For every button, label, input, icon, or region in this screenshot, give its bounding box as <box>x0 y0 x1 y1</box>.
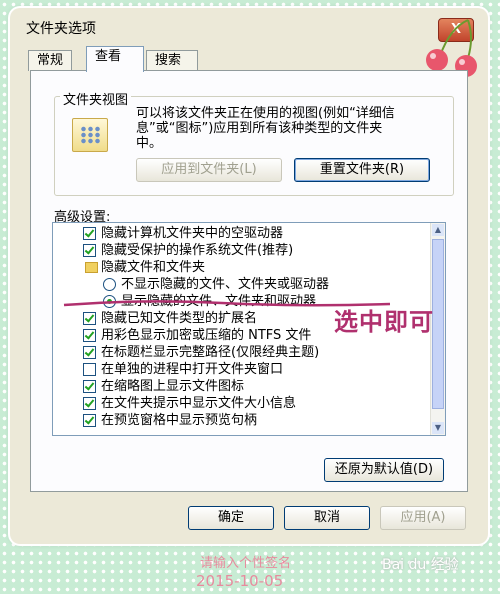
list-item[interactable]: 隐藏受保护的操作系统文件(推荐) <box>83 242 293 259</box>
tab-search[interactable]: 搜索 <box>146 50 198 71</box>
checkbox-icon[interactable] <box>83 363 96 376</box>
checkbox-icon[interactable] <box>83 244 96 257</box>
list-item[interactable]: 隐藏已知文件类型的扩展名 <box>83 310 257 327</box>
checkbox-icon[interactable] <box>83 397 96 410</box>
list-item[interactable]: 在预览窗格中显示预览句柄 <box>83 412 257 429</box>
window-title: 文件夹选项 <box>26 21 96 37</box>
list-item[interactable]: 隐藏计算机文件夹中的空驱动器 <box>83 225 283 242</box>
list-item[interactable]: 用彩色显示加密或压缩的 NTFS 文件 <box>83 327 311 344</box>
list-item[interactable]: 在标题栏显示完整路径(仅限经典主题) <box>83 344 319 361</box>
radio-icon[interactable] <box>103 278 116 291</box>
list-item[interactable]: 在文件夹提示中显示文件大小信息 <box>83 395 296 412</box>
annotation-label: 选中即可 <box>334 308 434 336</box>
checkbox-icon[interactable] <box>83 380 96 393</box>
reset-folders-button[interactable]: 重置文件夹(R) <box>294 158 430 182</box>
scroll-down-icon[interactable]: ▼ <box>432 422 444 434</box>
folder-view-description: 可以将该文件夹正在使用的视图(例如“详细信 息”或“图标”)应用到所有该种类型的… <box>136 106 395 151</box>
baidu-watermark: Bai du 经验 <box>382 557 459 573</box>
checkbox-icon[interactable] <box>83 312 96 325</box>
list-item: 隐藏文件和文件夹 <box>83 259 205 276</box>
apply-to-folders-button[interactable]: 应用到文件夹(L) <box>136 158 282 182</box>
folder-view-label: 文件夹视图 <box>60 89 132 108</box>
checkbox-icon[interactable] <box>83 414 96 427</box>
tab-view[interactable]: 查看 <box>86 46 144 72</box>
folder-thumbnail-icon <box>72 118 108 152</box>
apply-button[interactable]: 应用(A) <box>380 506 466 530</box>
restore-defaults-button[interactable]: 还原为默认值(D) <box>324 458 444 482</box>
scroll-up-icon[interactable]: ▲ <box>432 224 444 236</box>
date-text: 2015-10-05 <box>196 572 284 590</box>
list-item[interactable]: 在单独的进程中打开文件夹窗口 <box>83 361 283 378</box>
list-item[interactable]: 不显示隐藏的文件、文件夹或驱动器 <box>103 276 329 293</box>
folder-icon <box>85 262 98 273</box>
signature-text: 请输入个性签名 <box>200 556 292 571</box>
ok-button[interactable]: 确定 <box>188 506 274 530</box>
checkbox-icon[interactable] <box>83 346 96 359</box>
checkbox-icon[interactable] <box>83 227 96 240</box>
cancel-button[interactable]: 取消 <box>284 506 370 530</box>
checkbox-icon[interactable] <box>83 329 96 342</box>
tab-general[interactable]: 常规 <box>28 50 72 71</box>
list-item[interactable]: 在缩略图上显示文件图标 <box>83 378 244 395</box>
